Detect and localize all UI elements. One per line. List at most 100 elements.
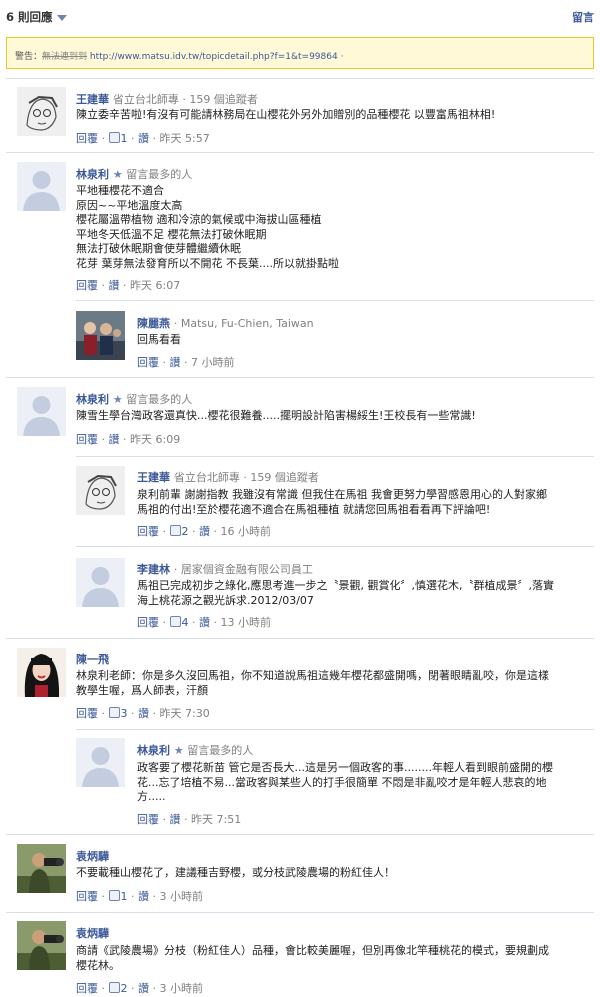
comment-author[interactable]: 袁炳驊 bbox=[76, 848, 109, 864]
avatar-default[interactable] bbox=[17, 387, 66, 436]
author-name[interactable]: 林泉利 bbox=[137, 744, 170, 757]
warning-text: 警告：無法連到到 http://www.matsu.idv.tw/topicde… bbox=[15, 49, 343, 62]
avatar-portrait[interactable] bbox=[17, 648, 66, 697]
comment-time[interactable]: 13 小時前 bbox=[221, 616, 272, 629]
author-name[interactable]: 袁炳驊 bbox=[76, 927, 109, 940]
like-link[interactable]: 讚 bbox=[199, 525, 210, 538]
author-name[interactable]: 李建林 bbox=[137, 563, 170, 576]
like-count[interactable]: 4 bbox=[169, 616, 189, 629]
post-comment-link[interactable]: 留言 bbox=[572, 9, 594, 25]
comment-line: 教學生喔，爲人師表，汗顏 bbox=[76, 683, 208, 697]
like-link[interactable]: 讚 bbox=[138, 707, 149, 720]
reply-link[interactable]: 回覆 bbox=[76, 707, 98, 720]
avatar-sketch[interactable] bbox=[17, 87, 66, 136]
reply-link[interactable]: 回覆 bbox=[137, 616, 159, 629]
thumbs-up-icon bbox=[169, 616, 181, 627]
comment-line: 陳雪生學台灣政客還真快...櫻花很難養.....擺明設計陷害楊綏生!王校長有一些… bbox=[76, 409, 476, 422]
avatar-photographer[interactable] bbox=[17, 844, 66, 893]
comment-author[interactable]: 林泉利 ★ 留言最多的人 bbox=[76, 391, 192, 407]
comment-author[interactable]: 李建林 · 居家個資金融有限公司員工 bbox=[137, 561, 313, 577]
reply-link[interactable]: 回覆 bbox=[76, 132, 98, 145]
comment-line: 泉利前輩 謝謝指教 我雖沒有常識 但我住在馬祖 我會更努力學習感恩用心的人對家鄉 bbox=[137, 488, 547, 501]
comment-count[interactable]: 6 則回應 bbox=[6, 9, 67, 25]
author-name[interactable]: 林泉利 bbox=[76, 393, 109, 406]
author-name[interactable]: 陳麗燕 bbox=[137, 317, 170, 330]
comment-time[interactable]: 昨天 7:30 bbox=[160, 707, 210, 720]
thumbs-up-icon bbox=[108, 982, 120, 993]
comment-line: 平地冬天低溫不足 櫻花無法打破休眠期 bbox=[76, 227, 267, 241]
like-link[interactable]: 讚 bbox=[138, 982, 149, 995]
comment-actions: 回覆 · 2 · 讚 · 3 小時前 bbox=[76, 982, 204, 995]
thumbs-up-icon bbox=[169, 525, 181, 536]
warning-url-link[interactable]: http://www.matsu.idv.tw/topicdetail.php?… bbox=[90, 52, 338, 62]
reply-link[interactable]: 回覆 bbox=[137, 356, 159, 369]
avatar-photographer[interactable] bbox=[17, 921, 66, 970]
comment-time[interactable]: 3 小時前 bbox=[160, 982, 204, 995]
like-link[interactable]: 讚 bbox=[199, 616, 210, 629]
like-link[interactable]: 讚 bbox=[170, 813, 181, 826]
chevron-down-icon bbox=[56, 14, 67, 21]
like-link[interactable]: 讚 bbox=[138, 890, 149, 903]
comment-author[interactable]: 陳一飛 bbox=[76, 651, 109, 667]
comment-line: 陳立委辛苦啦!有沒有可能請林務局在山櫻花外另外加贈別的品種櫻花 以豐富馬祖林相! bbox=[76, 108, 496, 121]
avatar-photo[interactable] bbox=[76, 311, 125, 360]
like-count[interactable]: 2 bbox=[108, 982, 128, 995]
star-icon: ★ bbox=[112, 393, 123, 406]
comment-time[interactable]: 16 小時前 bbox=[221, 525, 272, 538]
like-link[interactable]: 讚 bbox=[170, 356, 181, 369]
comment-line: 馬祖已完成初步之綠化,應思考進一步之〝景觀, 觀賞化〞,慎選花木,〝群植成景〞,… bbox=[137, 579, 554, 592]
avatar-default[interactable] bbox=[76, 558, 125, 607]
like-count[interactable]: 3 bbox=[108, 707, 128, 720]
comment-body: 林泉利老師：你是多久沒回馬祖，你不知道說馬祖這幾年櫻花都盛開嗎，閉著眼睛亂咬，你… bbox=[76, 669, 549, 698]
comment-line: 原因~~平地溫度太高 bbox=[76, 198, 183, 212]
comment-body: 回馬看看 bbox=[137, 333, 181, 348]
comment-time[interactable]: 昨天 7:51 bbox=[191, 813, 241, 826]
comment-time[interactable]: 3 小時前 bbox=[160, 890, 204, 903]
reply-link[interactable]: 回覆 bbox=[137, 525, 159, 538]
like-link[interactable]: 讚 bbox=[109, 433, 120, 446]
comment-author[interactable]: 袁炳驊 bbox=[76, 925, 109, 941]
reply-link[interactable]: 回覆 bbox=[76, 433, 98, 446]
author-meta: · Matsu, Fu-Chien, Taiwan bbox=[173, 317, 314, 330]
author-name[interactable]: 陳一飛 bbox=[76, 653, 109, 666]
comment-actions: 回覆 · 2 · 讚 · 16 小時前 bbox=[137, 525, 272, 538]
like-count[interactable]: 1 bbox=[108, 132, 128, 145]
like-link[interactable]: 讚 bbox=[138, 132, 149, 145]
author-name[interactable]: 王建華 bbox=[76, 93, 109, 106]
comment-count-label: 6 則回應 bbox=[6, 10, 53, 24]
reply-link[interactable]: 回覆 bbox=[76, 982, 98, 995]
like-link[interactable]: 讚 bbox=[109, 279, 120, 292]
comment-time[interactable]: 昨天 6:09 bbox=[130, 433, 180, 446]
comment-time[interactable]: 昨天 6:07 bbox=[130, 279, 180, 292]
author-name[interactable]: 王建華 bbox=[137, 471, 170, 484]
comment-author[interactable]: 陳麗燕 · Matsu, Fu-Chien, Taiwan bbox=[137, 315, 314, 331]
comment-actions: 回覆 · 讚 · 昨天 6:07 bbox=[76, 279, 181, 292]
author-badge: 留言最多的人 bbox=[187, 744, 254, 757]
avatar-default[interactable] bbox=[76, 738, 125, 787]
warning-struck-text: 無法連到到 bbox=[42, 52, 88, 62]
reply-link[interactable]: 回覆 bbox=[76, 890, 98, 903]
divider bbox=[6, 377, 594, 378]
like-count[interactable]: 1 bbox=[108, 890, 128, 903]
comment-actions: 回覆 · 讚 · 昨天 7:51 bbox=[137, 813, 242, 826]
like-count[interactable]: 2 bbox=[169, 525, 189, 538]
comment-author[interactable]: 林泉利 ★ 留言最多的人 bbox=[76, 166, 192, 182]
comment-actions: 回覆 · 讚 · 昨天 6:09 bbox=[76, 433, 181, 446]
avatar-default[interactable] bbox=[17, 162, 66, 211]
comment-time[interactable]: 7 小時前 bbox=[191, 356, 235, 369]
reply-link[interactable]: 回覆 bbox=[76, 279, 98, 292]
comment-author[interactable]: 王建華 省立台北師專 · 159 個追蹤者 bbox=[137, 469, 319, 485]
author-name[interactable]: 袁炳驊 bbox=[76, 850, 109, 863]
comment-author[interactable]: 王建華 省立台北師專 · 159 個追蹤者 bbox=[76, 91, 258, 107]
comment-actions: 回覆 · 1 · 讚 · 3 小時前 bbox=[76, 890, 204, 903]
comment-line: 櫻花屬溫帶植物 適和冷涼的氣候或中海拔山區種植 bbox=[76, 213, 322, 226]
comment-author[interactable]: 林泉利 ★ 留言最多的人 bbox=[137, 742, 253, 758]
like-count-value: 2 bbox=[120, 982, 128, 995]
comment-body: 陳立委辛苦啦!有沒有可能請林務局在山櫻花外另外加贈別的品種櫻花 以豐富馬祖林相! bbox=[76, 108, 495, 123]
avatar-sketch[interactable] bbox=[76, 466, 125, 515]
author-name[interactable]: 林泉利 bbox=[76, 168, 109, 181]
like-count-value: 3 bbox=[120, 707, 128, 720]
reply-link[interactable]: 回覆 bbox=[137, 813, 159, 826]
comment-time[interactable]: 昨天 5:57 bbox=[160, 132, 210, 145]
author-meta: ★ 留言最多的人 bbox=[113, 168, 192, 181]
